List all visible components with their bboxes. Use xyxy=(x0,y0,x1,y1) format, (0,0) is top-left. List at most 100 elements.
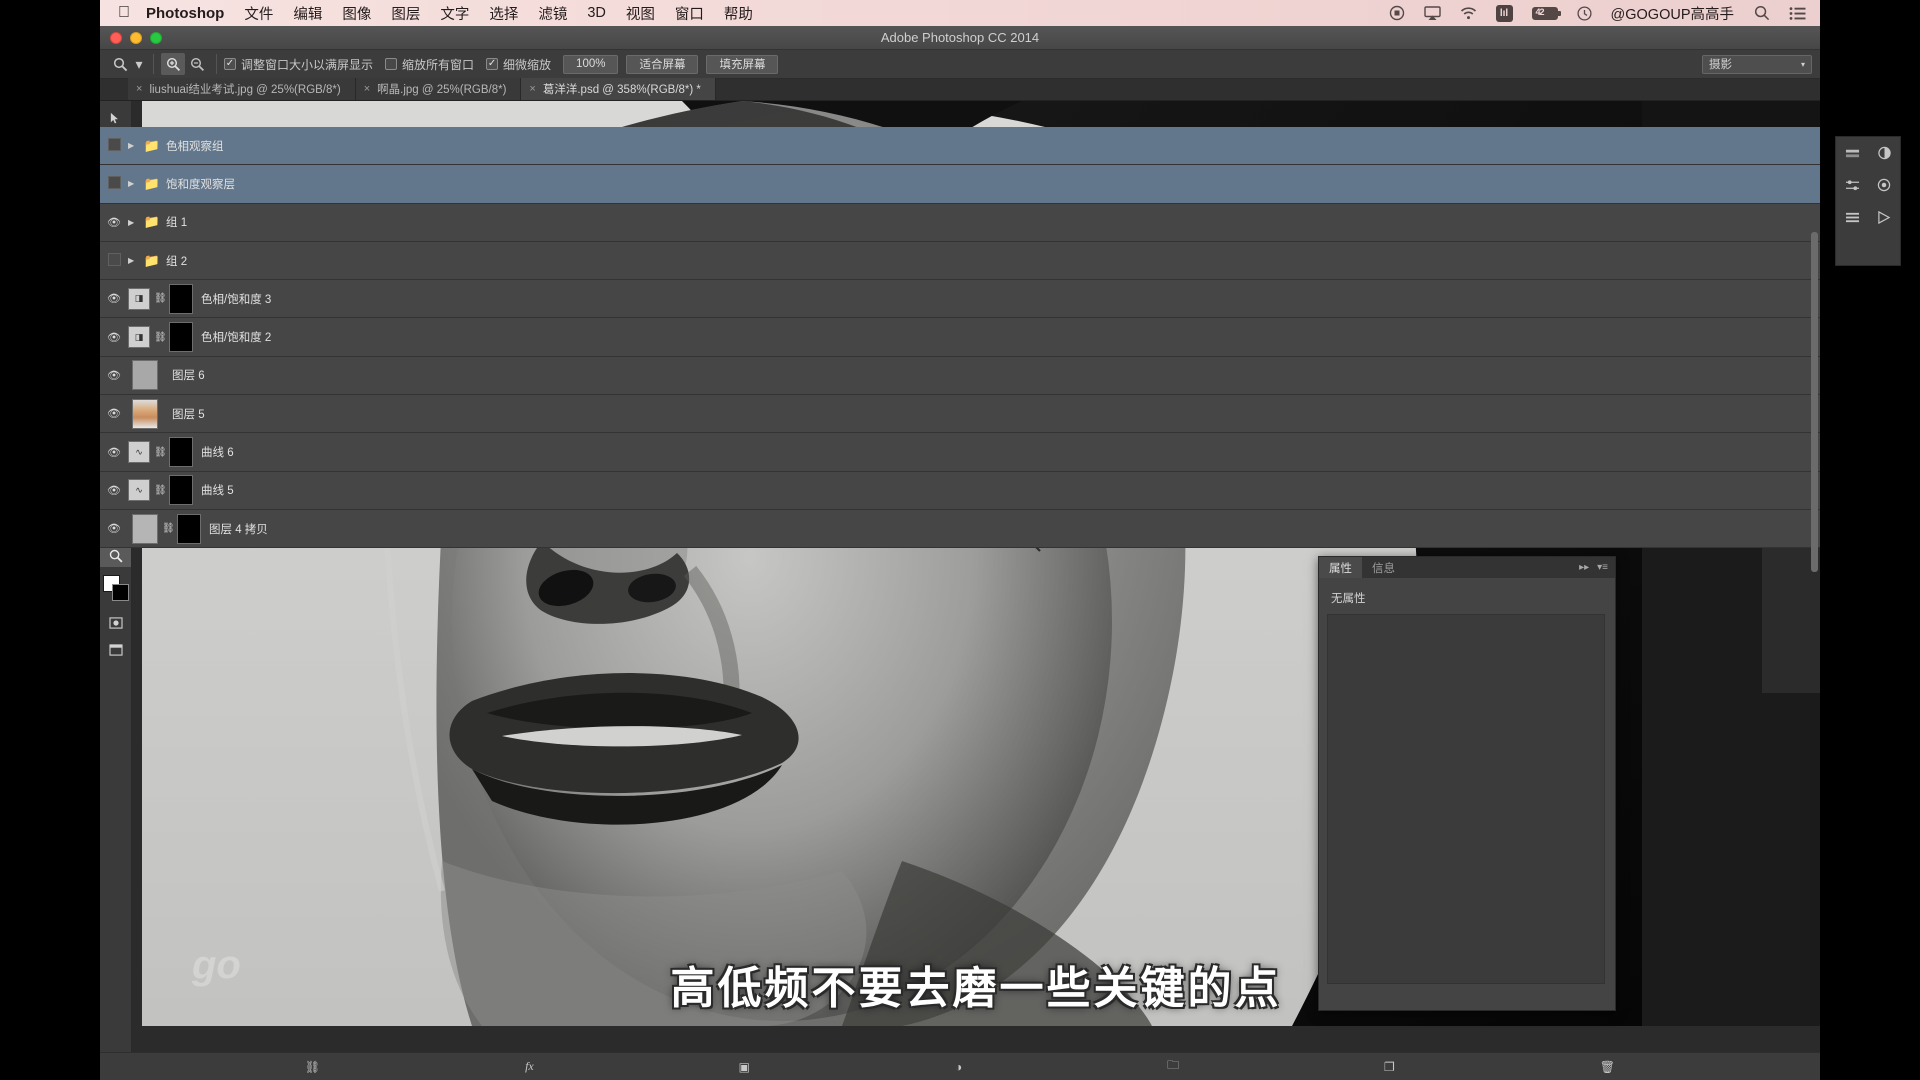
checkbox-zoom-all-windows[interactable] xyxy=(385,58,398,70)
document-tab-1[interactable]: × liushuai结业考试.jpg @ 25%(RGB/8*) xyxy=(128,78,356,100)
layer-mask-thumbnail[interactable] xyxy=(177,513,201,544)
layer-row[interactable]: 👁 ∿ ⛓ 曲线 5 xyxy=(100,471,1820,510)
curves-thumbnail[interactable]: ∿ xyxy=(128,479,150,502)
menu-item-edit[interactable]: 编辑 xyxy=(293,3,322,24)
menu-item-filter[interactable]: 滤镜 xyxy=(538,3,567,24)
layer-row[interactable]: 👁 ∿ ⛓ 曲线 6 xyxy=(100,433,1820,472)
document-tab-2[interactable]: × 啊晶.jpg @ 25%(RGB/8*) xyxy=(355,78,522,100)
link-mask-icon[interactable]: ⛓ xyxy=(154,485,167,496)
layer-row[interactable]: ▶ 📁 色相观察组 xyxy=(100,127,1820,166)
link-mask-icon[interactable]: ⛓ xyxy=(162,523,175,534)
layer-visibility-toggle[interactable]: 👁 xyxy=(100,292,128,305)
search-icon[interactable] xyxy=(1754,5,1770,21)
app-name-label[interactable]: Photoshop xyxy=(146,5,224,22)
layer-row[interactable]: 👁 ◨ ⛓ 色相/饱和度 3 xyxy=(100,280,1820,319)
document-tab-3[interactable]: × 葛洋洋.psd @ 358%(RGB/8*) * xyxy=(521,78,716,100)
expand-arrow-icon[interactable]: ▶ xyxy=(128,256,142,265)
mac-user-label[interactable]: @GOGOUP高高手 xyxy=(1611,3,1734,24)
swatches-panel-icon[interactable] xyxy=(1868,137,1900,169)
battery-icon[interactable]: 42 xyxy=(1531,6,1561,20)
fit-screen-button[interactable]: 适合屏幕 xyxy=(626,54,699,74)
menu-item-image[interactable]: 图像 xyxy=(342,3,371,24)
layer-visibility-toggle[interactable]: 👁 xyxy=(100,484,128,497)
zoom-tool-icon[interactable] xyxy=(108,53,132,75)
close-icon[interactable]: × xyxy=(136,83,142,95)
tool-preset-caret-icon[interactable]: ▾ xyxy=(132,53,146,75)
layer-row[interactable]: 👁 ▶ 📁 组 1 xyxy=(100,203,1820,242)
layer-visibility-toggle[interactable] xyxy=(100,137,128,154)
layer-row[interactable]: 👁 ⛓ 图层 4 拷贝 xyxy=(100,509,1820,549)
record-icon[interactable] xyxy=(1389,5,1405,21)
expand-arrow-icon[interactable]: ▶ xyxy=(128,218,142,227)
layer-visibility-toggle[interactable]: 👁 xyxy=(100,331,128,344)
zoom-out-icon[interactable] xyxy=(185,53,209,75)
layer-row[interactable]: 👁 图层 5 xyxy=(100,395,1820,434)
layer-visibility-toggle[interactable]: 👁 xyxy=(100,216,128,229)
actions-panel-icon[interactable] xyxy=(1868,201,1900,233)
close-icon[interactable]: × xyxy=(529,83,535,95)
menu-item-file[interactable]: 文件 xyxy=(244,3,273,24)
layer-mask-thumbnail[interactable] xyxy=(169,322,193,353)
expand-arrow-icon[interactable]: ▶ xyxy=(128,141,142,150)
layer-row[interactable]: ▶ 📁 组 2 xyxy=(100,241,1820,281)
apple-icon[interactable]:  xyxy=(118,5,130,21)
new-group-icon[interactable]: 🗀 xyxy=(1167,1056,1179,1077)
clock-icon[interactable] xyxy=(1576,5,1592,21)
menu-item-select[interactable]: 选择 xyxy=(489,3,518,24)
layer-row[interactable]: ▶ 📁 饱和度观察层 xyxy=(100,165,1820,204)
menu-item-window[interactable]: 窗口 xyxy=(675,3,704,24)
fill-screen-button[interactable]: 填充屏幕 xyxy=(706,54,779,74)
layer-row[interactable]: 👁 图层 6 xyxy=(100,356,1820,396)
layer-style-icon[interactable]: fx xyxy=(525,1059,534,1074)
link-layers-icon[interactable]: ⛓ xyxy=(305,1060,320,1074)
layers-panel[interactable]: ✕ ▸▸ 图层 通道 路径 ▾≡ 🔍 类型 ⇅ xyxy=(100,127,1820,1080)
link-mask-icon[interactable]: ⛓ xyxy=(154,332,167,343)
layer-thumbnail[interactable] xyxy=(132,513,158,544)
sound-meter-icon[interactable]: lıl xyxy=(1495,4,1513,22)
menu-item-help[interactable]: 帮助 xyxy=(724,3,753,24)
menu-item-3d[interactable]: 3D xyxy=(587,5,606,21)
zoom-in-icon[interactable] xyxy=(161,53,185,75)
layer-row[interactable]: 👁 ◨ ⛓ 色相/饱和度 2 xyxy=(100,318,1820,357)
layer-visibility-toggle[interactable] xyxy=(100,175,128,192)
menu-item-type[interactable]: 文字 xyxy=(440,3,469,24)
zoom-100-button[interactable]: 100% xyxy=(563,54,619,74)
layer-mask-icon[interactable]: ▣ xyxy=(739,1060,750,1074)
new-layer-icon[interactable]: ❐ xyxy=(1384,1060,1395,1074)
option-resize-windows[interactable]: ✓ 调整窗口大小以满屏显示 xyxy=(224,56,373,73)
checkbox-resize-windows[interactable]: ✓ xyxy=(224,58,236,70)
layer-visibility-toggle[interactable]: 👁 xyxy=(100,446,128,459)
delete-layer-icon[interactable]: 🗑 xyxy=(1600,1060,1615,1074)
adjustments-panel-icon[interactable] xyxy=(1836,169,1868,201)
close-icon[interactable]: × xyxy=(364,83,370,95)
workspace-switcher[interactable]: 摄影 ▾ xyxy=(1702,54,1812,74)
layer-thumbnail[interactable] xyxy=(132,398,158,429)
layer-mask-thumbnail[interactable] xyxy=(169,475,193,506)
layer-list[interactable]: ▶ 📁 色相观察组 ▶ 📁 饱和度观察层 👁 ▶ 📁 组 1 ▶ 📁 组 2 👁… xyxy=(100,127,1820,1052)
wifi-icon[interactable] xyxy=(1460,6,1477,20)
history-panel-icon[interactable] xyxy=(1836,201,1868,233)
airplay-icon[interactable] xyxy=(1423,5,1441,21)
option-zoom-all-windows[interactable]: 缩放所有窗口 xyxy=(385,56,474,73)
layer-thumbnail[interactable] xyxy=(132,360,158,391)
layer-visibility-toggle[interactable]: 👁 xyxy=(100,522,128,535)
layers-scrollbar[interactable] xyxy=(1811,232,1818,572)
layer-visibility-toggle[interactable] xyxy=(100,252,128,269)
checkbox-scrubby-zoom[interactable]: ✓ xyxy=(486,58,499,70)
right-dock-strip[interactable] xyxy=(1835,136,1901,266)
expand-arrow-icon[interactable]: ▶ xyxy=(128,179,142,188)
link-mask-icon[interactable]: ⛓ xyxy=(154,447,167,458)
menu-item-layer[interactable]: 图层 xyxy=(391,3,420,24)
layer-mask-thumbnail[interactable] xyxy=(169,283,193,314)
layer-mask-thumbnail[interactable] xyxy=(169,437,193,468)
control-center-icon[interactable] xyxy=(1789,6,1806,20)
layer-visibility-toggle[interactable]: 👁 xyxy=(100,407,128,420)
adjustment-thumbnail[interactable]: ◨ xyxy=(128,287,150,310)
new-adjustment-icon[interactable]: ◑ xyxy=(955,1060,962,1074)
color-panel-icon[interactable] xyxy=(1836,137,1868,169)
styles-panel-icon[interactable] xyxy=(1868,169,1900,201)
option-scrubby-zoom[interactable]: ✓ 细微缩放 xyxy=(486,56,551,73)
layer-visibility-toggle[interactable]: 👁 xyxy=(100,369,128,382)
link-mask-icon[interactable]: ⛓ xyxy=(154,293,167,304)
curves-thumbnail[interactable]: ∿ xyxy=(128,441,150,464)
